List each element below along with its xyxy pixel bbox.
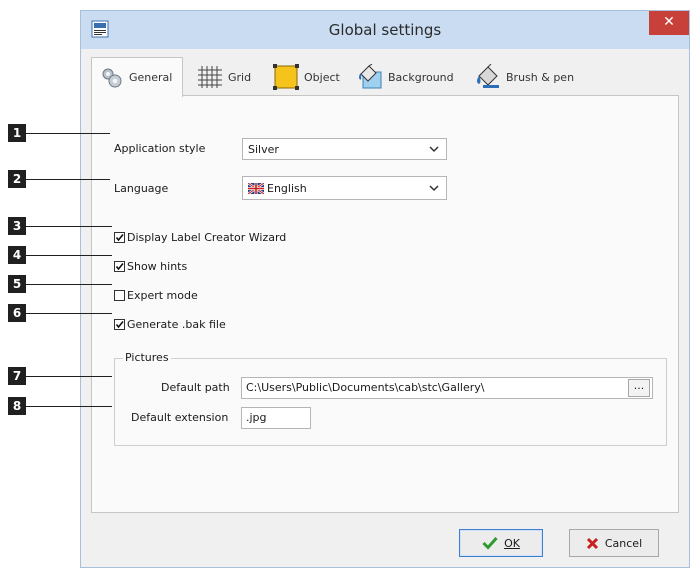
tab-general[interactable]: General: [91, 57, 183, 97]
tab-bar: General Grid Object Background Brush & p…: [91, 57, 679, 97]
global-settings-window: Global settings ✕ General Grid Object Ba…: [80, 10, 690, 568]
default-path-label: Default path: [161, 381, 230, 394]
checkmark-icon: [482, 536, 498, 550]
pictures-group-title: Pictures: [123, 351, 171, 364]
uk-flag-icon: [248, 182, 264, 194]
chevron-down-icon: [429, 146, 439, 153]
tab-object[interactable]: Object: [273, 61, 340, 93]
gears-icon: [102, 68, 122, 87]
cancel-x-icon: [586, 537, 598, 549]
callout-leader-line: [26, 133, 110, 134]
browse-path-button[interactable]: ...: [628, 379, 650, 397]
tab-grid[interactable]: Grid: [197, 61, 251, 93]
checkmark-icon: [115, 262, 124, 271]
callout-marker: 3: [8, 217, 26, 235]
ok-button[interactable]: OK: [459, 529, 543, 557]
close-button[interactable]: ✕: [649, 11, 689, 35]
default-path-input[interactable]: C:\Users\Public\Documents\cab\stc\Galler…: [241, 377, 653, 399]
callout-marker: 2: [8, 170, 26, 188]
expert-mode-checkbox[interactable]: [114, 290, 125, 301]
callout-leader-line: [26, 226, 112, 227]
tab-general-label: General: [129, 71, 173, 84]
generate-bak-checkbox-row[interactable]: Generate .bak file: [114, 318, 226, 331]
application-style-value: Silver: [248, 142, 279, 156]
application-style-label: Application style: [114, 142, 206, 155]
callout-leader-line: [26, 376, 112, 377]
display-wizard-checkbox[interactable]: [114, 232, 125, 243]
general-tab-panel: Application style Silver Language Englis…: [91, 95, 679, 513]
cancel-button-label: Cancel: [604, 536, 643, 550]
expert-mode-checkbox-row[interactable]: Expert mode: [114, 289, 198, 302]
pictures-group: Pictures Default path C:\Users\Public\Do…: [114, 351, 667, 446]
expert-mode-label: Expert mode: [127, 289, 198, 302]
cancel-button[interactable]: Cancel: [569, 529, 659, 557]
ok-button-label: OK: [504, 536, 520, 550]
callout-marker: 7: [8, 367, 26, 385]
callout-leader-line: [26, 313, 112, 314]
window-title: Global settings: [328, 21, 442, 39]
tab-brush-pen[interactable]: Brush & pen: [473, 61, 574, 93]
language-select[interactable]: English: [242, 176, 447, 200]
tab-object-label: Object: [304, 70, 340, 84]
show-hints-label: Show hints: [127, 260, 188, 273]
tab-background-label: Background: [388, 70, 454, 84]
tab-grid-label: Grid: [228, 70, 252, 84]
callout-leader-line: [26, 179, 110, 180]
callout-leader-line: [26, 284, 112, 285]
close-icon: ✕: [663, 14, 675, 30]
display-wizard-label: Display Label Creator Wizard: [127, 231, 287, 244]
language-label: Language: [114, 182, 169, 195]
tab-background[interactable]: Background: [357, 61, 454, 93]
default-extension-label: Default extension: [131, 411, 229, 424]
display-wizard-checkbox-row[interactable]: Display Label Creator Wizard: [114, 231, 286, 244]
callout-marker: 6: [8, 304, 26, 322]
callout-leader-line: [26, 255, 112, 256]
generate-bak-checkbox[interactable]: [114, 319, 125, 330]
paint-bucket-icon: [477, 64, 499, 88]
chevron-down-icon: [429, 185, 439, 192]
callout-marker: 8: [8, 397, 26, 415]
callout-marker: 1: [8, 124, 26, 142]
object-frame-icon: [273, 64, 299, 90]
callout-marker: 4: [8, 246, 26, 264]
tab-brush-pen-label: Brush & pen: [506, 70, 575, 84]
default-extension-input[interactable]: .jpg: [241, 407, 311, 429]
language-value: English: [267, 181, 307, 195]
grid-icon: [198, 66, 222, 88]
checkmark-icon: [115, 233, 124, 242]
paint-bucket-image-icon: [359, 64, 382, 89]
callout-leader-line: [26, 406, 112, 407]
callout-marker: 5: [8, 275, 26, 293]
show-hints-checkbox[interactable]: [114, 261, 125, 272]
generate-bak-label: Generate .bak file: [127, 318, 226, 331]
application-style-select[interactable]: Silver: [242, 138, 447, 160]
show-hints-checkbox-row[interactable]: Show hints: [114, 260, 187, 273]
title-bar[interactable]: Global settings ✕: [81, 11, 689, 49]
checkmark-icon: [115, 320, 124, 329]
